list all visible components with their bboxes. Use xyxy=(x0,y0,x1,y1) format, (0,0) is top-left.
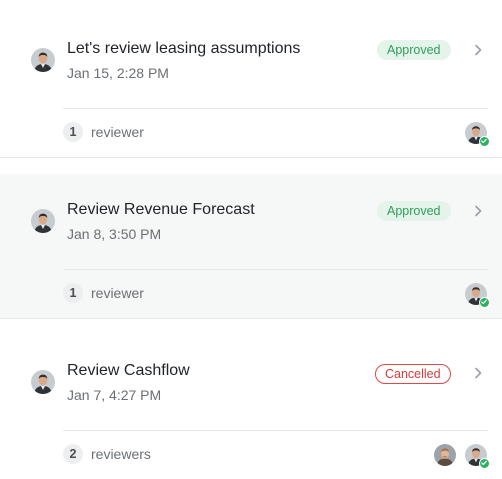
status-badge: Approved xyxy=(377,40,451,60)
review-date: Jan 15, 2:28 PM xyxy=(67,65,169,81)
reviewer-count-badge: 1 xyxy=(63,283,83,303)
card-separator xyxy=(0,157,502,158)
divider xyxy=(63,108,488,109)
review-title: Review Revenue Forecast xyxy=(67,201,255,218)
review-card[interactable]: Let's review leasing assumptions Jan 15,… xyxy=(0,0,502,157)
reviewer-avatar xyxy=(434,444,456,466)
reviewer-avatar xyxy=(465,283,490,308)
chevron-right-icon[interactable] xyxy=(471,366,485,380)
review-card[interactable]: Review Cashflow Jan 7, 4:27 PM Cancelled… xyxy=(0,336,502,479)
review-title: Let's review leasing assumptions xyxy=(67,40,301,57)
check-icon xyxy=(479,297,490,308)
reviewer-count-badge: 1 xyxy=(63,122,83,142)
author-avatar xyxy=(31,209,55,233)
chevron-right-icon[interactable] xyxy=(471,43,485,57)
reviewer-count-badge: 2 xyxy=(63,444,83,464)
check-icon xyxy=(479,136,490,147)
reviewer-avatar xyxy=(465,444,490,469)
chevron-right-icon[interactable] xyxy=(471,204,485,218)
review-card[interactable]: Review Revenue Forecast Jan 8, 3:50 PM A… xyxy=(0,174,502,318)
reviewer-label: reviewer xyxy=(91,285,144,301)
status-badge: Cancelled xyxy=(375,364,451,384)
reviewer-label: reviewer xyxy=(91,124,144,140)
review-title: Review Cashflow xyxy=(67,362,190,379)
check-icon xyxy=(479,458,490,469)
review-date: Jan 7, 4:27 PM xyxy=(67,387,162,403)
divider xyxy=(63,269,488,270)
review-date: Jan 8, 3:50 PM xyxy=(67,226,162,242)
divider xyxy=(63,430,488,431)
author-avatar xyxy=(31,48,55,72)
reviewer-avatar xyxy=(465,122,490,147)
author-avatar xyxy=(31,370,55,394)
card-separator xyxy=(0,318,502,319)
status-badge: Approved xyxy=(377,201,451,221)
reviewer-label: reviewers xyxy=(91,446,151,462)
